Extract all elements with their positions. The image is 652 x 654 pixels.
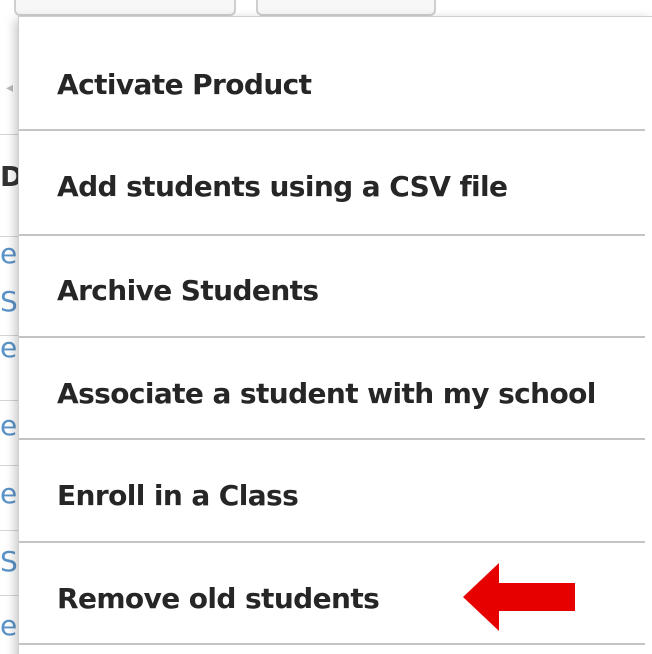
- background-row-divider: [0, 236, 20, 237]
- menu-item-label: Remove old students: [57, 581, 380, 615]
- menu-item-label: Activate Product: [57, 67, 312, 101]
- menu-divider: [19, 643, 645, 645]
- menu-item-label: Archive Students: [57, 273, 319, 307]
- menu-item-activate-product[interactable]: Activate Product: [19, 33, 645, 135]
- background-link-fragment[interactable]: e: [0, 240, 18, 268]
- menu-divider: [19, 129, 645, 131]
- background-link-fragment[interactable]: e: [0, 334, 18, 362]
- menu-item-archive-students[interactable]: Archive Students: [19, 239, 645, 341]
- menu-divider: [19, 234, 645, 236]
- menu-item-label: Add students using a CSV file: [57, 169, 508, 203]
- background-button[interactable]: [256, 0, 436, 16]
- menu-divider: [19, 336, 645, 338]
- background-button[interactable]: [14, 0, 236, 16]
- red-arrow-annotation-icon: [463, 563, 575, 631]
- background-chevron-icon: ◂: [6, 80, 14, 96]
- background-link-fragment[interactable]: Se: [0, 288, 18, 316]
- background-row-divider: [0, 134, 20, 135]
- menu-item-label: Enroll in a Class: [57, 478, 299, 512]
- background-row-divider: [0, 400, 20, 401]
- background-link-fragment[interactable]: e: [0, 412, 18, 440]
- menu-item-associate-student[interactable]: Associate a student with my school: [19, 342, 645, 444]
- red-arrow-shape: [463, 563, 575, 631]
- background-link-fragment[interactable]: e: [0, 612, 18, 640]
- actions-dropdown-menu: Activate Product Add students using a CS…: [18, 16, 652, 654]
- menu-divider: [19, 438, 645, 440]
- background-column-header-fragment: D: [0, 163, 18, 191]
- menu-divider: [19, 541, 645, 543]
- menu-item-label: Associate a student with my school: [57, 376, 596, 410]
- screenshot-stage: ◂ D e Se e e e Se e Activate Product Add…: [0, 0, 652, 654]
- background-row-divider: [0, 595, 20, 596]
- menu-item-add-students-csv[interactable]: Add students using a CSV file: [19, 135, 645, 237]
- background-row-divider: [0, 465, 20, 466]
- background-link-fragment[interactable]: Se: [0, 548, 18, 576]
- background-link-fragment[interactable]: e: [0, 480, 18, 508]
- menu-item-enroll-in-class[interactable]: Enroll in a Class: [19, 444, 645, 546]
- background-row-divider: [0, 530, 20, 531]
